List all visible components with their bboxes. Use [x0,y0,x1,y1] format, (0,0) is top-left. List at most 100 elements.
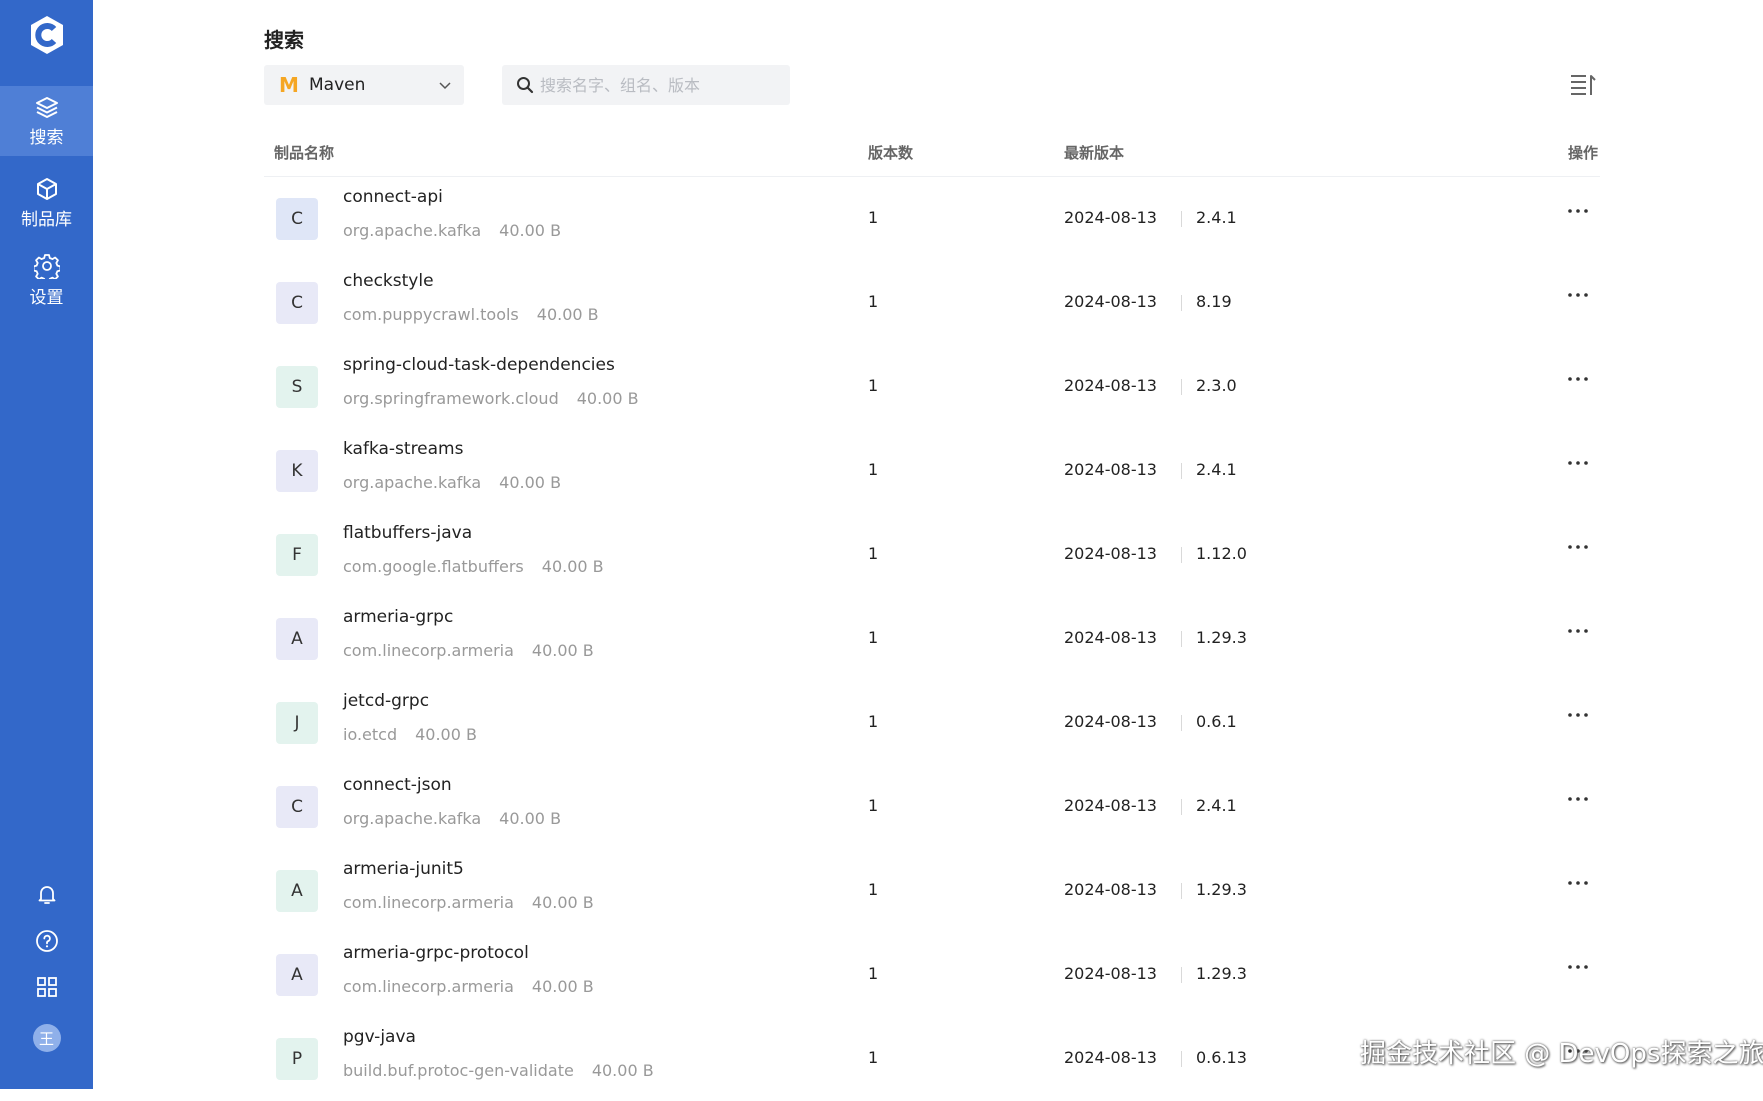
table-row[interactable]: Kkafka-streams org.apache.kafka 40.00 B 1 20… [264,429,1600,513]
nav-search[interactable]: 搜索 [0,86,93,156]
artifact-name[interactable]: kafka-streams [343,439,463,459]
more-actions-button[interactable] [1566,451,1590,475]
version-count: 1 [868,292,879,311]
artifact-group: io.etcd [343,725,398,744]
artifact-meta: org.apache.kafka 40.00 B [343,809,561,828]
app-logo-icon[interactable] [0,14,93,58]
artifact-size: 40.00 B [499,809,562,828]
latest-version: 2.3.0 [1196,376,1237,395]
artifact-meta: com.linecorp.armeria 40.00 B [343,977,594,996]
more-actions-button[interactable] [1566,535,1590,559]
latest-version-date: 2024-08-13 [1064,796,1157,815]
more-actions-button[interactable] [1566,703,1590,727]
search-icon [516,76,534,94]
artifact-name[interactable]: pgv-java [343,1027,416,1047]
version-count: 1 [868,544,879,563]
artifact-letter-badge: A [276,870,318,912]
table-row[interactable]: Cconnect-api org.apache.kafka 40.00 B 1 2024… [264,177,1600,261]
user-menu[interactable]: 王 [0,1024,93,1052]
maven-logo-icon: M [279,73,299,97]
latest-version: 1.29.3 [1196,880,1247,899]
divider [1181,211,1182,227]
layers-icon [35,96,58,118]
header-artifact-name: 制品名称 [274,144,335,162]
artifact-group: org.springframework.cloud [343,389,559,408]
more-actions-button[interactable] [1566,283,1590,307]
version-count: 1 [868,208,879,227]
divider [1181,883,1182,899]
artifact-meta: com.linecorp.armeria 40.00 B [343,893,594,912]
version-count: 1 [868,460,879,479]
divider [1181,379,1182,395]
more-horizontal-icon [1568,545,1588,549]
avatar[interactable]: 王 [32,1024,61,1052]
table-row[interactable]: Aarmeria-junit5 com.linecorp.armeria 40.00… [264,849,1600,933]
version-count: 1 [868,1048,879,1067]
more-actions-button[interactable] [1566,199,1590,223]
more-horizontal-icon [1568,797,1588,801]
version-count: 1 [868,964,879,983]
artifact-name[interactable]: armeria-grpc [343,607,453,627]
latest-version-date: 2024-08-13 [1064,880,1157,899]
artifact-letter-badge: C [276,198,318,240]
artifact-meta: com.puppycrawl.tools 40.00 B [343,305,599,324]
artifact-size: 40.00 B [541,557,604,576]
more-actions-button[interactable] [1566,619,1590,643]
artifact-letter-badge: C [276,786,318,828]
artifact-name[interactable]: checkstyle [343,271,434,291]
latest-version-date: 2024-08-13 [1064,1048,1157,1067]
artifact-group: build.buf.protoc-gen-validate [343,1061,574,1080]
table-row[interactable]: Aarmeria-grpc com.linecorp.armeria 40.00 B… [264,597,1600,681]
latest-version: 1.12.0 [1196,544,1247,563]
view-toggle-button[interactable] [1570,73,1596,101]
artifact-meta: org.springframework.cloud 40.00 B [343,389,639,408]
artifact-name[interactable]: jetcd-grpc [343,691,429,711]
more-horizontal-icon [1568,461,1588,465]
bell-icon [38,886,55,904]
table-row[interactable]: Ccheckstyle com.puppycrawl.tools 40.00 B 1 2… [264,261,1600,345]
more-actions-button[interactable] [1566,871,1590,895]
artifact-name[interactable]: spring-cloud-task-dependencies [343,355,615,375]
help-button[interactable] [0,929,93,953]
search-input[interactable] [538,74,782,96]
search-box[interactable] [502,65,790,105]
table-header: 制品名称 版本数 最新版本 操作 [264,132,1600,177]
nav-settings[interactable]: 设置 [0,245,93,315]
artifact-letter-badge: C [276,282,318,324]
artifact-group: org.apache.kafka [343,809,482,828]
table-row[interactable]: Fflatbuffers-java com.google.flatbuffers 4… [264,513,1600,597]
artifact-letter-badge: A [276,618,318,660]
table-row[interactable]: Jjetcd-grpc io.etcd 40.00 B 1 2024-08-13 0.6.… [264,681,1600,765]
artifact-name[interactable]: armeria-grpc-protocol [343,943,529,963]
artifact-name[interactable]: connect-api [343,187,443,207]
repository-type-select[interactable]: M Maven [264,65,464,105]
apps-grid-icon [36,977,57,997]
artifact-name[interactable]: connect-json [343,775,452,795]
table-row[interactable]: Cconnect-json org.apache.kafka 40.00 B 1 202… [264,765,1600,849]
nav-search-label: 搜索 [29,127,64,148]
divider [1181,1051,1182,1067]
artifact-group: org.apache.kafka [343,221,482,240]
table-row[interactable]: Sspring-cloud-task-dependencies org.sprin… [264,345,1600,429]
artifact-name[interactable]: armeria-junit5 [343,859,464,879]
more-horizontal-icon [1568,881,1588,885]
nav-packages[interactable]: 制品库 [0,168,93,238]
header-version-count: 版本数 [868,144,914,162]
more-actions-button[interactable] [1566,955,1590,979]
more-actions-button[interactable] [1566,367,1590,391]
more-actions-button[interactable] [1566,787,1590,811]
artifact-group: com.linecorp.armeria [343,977,514,996]
version-count: 1 [868,880,879,899]
header-latest-version: 最新版本 [1064,144,1125,162]
latest-version-date: 2024-08-13 [1064,712,1157,731]
artifact-meta: io.etcd 40.00 B [343,725,477,744]
gear-icon [33,253,60,279]
notifications-button[interactable] [0,882,93,906]
latest-version: 0.6.13 [1196,1048,1247,1067]
table-row[interactable]: Aarmeria-grpc-protocol com.linecorp.armer… [264,933,1600,1017]
artifact-name[interactable]: flatbuffers-java [343,523,472,543]
artifact-size: 40.00 B [531,977,594,996]
latest-version-date: 2024-08-13 [1064,208,1157,227]
more-horizontal-icon [1568,377,1588,381]
apps-button[interactable] [0,976,93,998]
